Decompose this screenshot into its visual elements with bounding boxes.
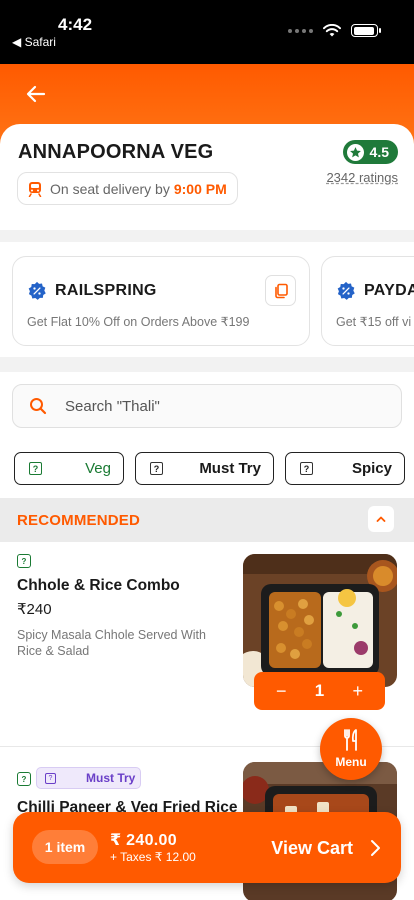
menu-item[interactable]: ? Chhole & Rice Combo ₹240 Spicy Masala … xyxy=(0,542,414,747)
restaurant-name: ANNAPOORNA VEG xyxy=(18,141,214,163)
cutlery-icon xyxy=(344,729,357,751)
menu-fab-button[interactable]: Menu xyxy=(320,718,382,780)
cart-item-count: 1 item xyxy=(32,830,98,864)
veg-indicator-icon: ? xyxy=(17,772,31,786)
offer-description: Get ₹15 off vi xyxy=(336,315,412,329)
offer-card[interactable]: PAYDA Get ₹15 off vi xyxy=(321,256,414,346)
filter-chip-veg[interactable]: ? Veg xyxy=(14,452,124,485)
offer-code: PAYDA xyxy=(364,282,414,299)
search-box[interactable] xyxy=(12,384,402,428)
rating-value: 4.5 xyxy=(369,144,389,160)
chevron-up-icon xyxy=(376,516,386,522)
item-image[interactable] xyxy=(243,554,397,687)
quantity-stepper[interactable]: − 1 + xyxy=(254,672,385,710)
copy-icon xyxy=(274,283,288,298)
spicy-icon: ? xyxy=(300,462,313,475)
must-try-icon: ? xyxy=(150,462,163,475)
delivery-info-pill: On seat delivery by 9:00 PM xyxy=(17,172,238,205)
chip-label: Veg xyxy=(85,460,111,477)
filter-chips: ? Veg ? Must Try ? Spicy xyxy=(0,440,414,498)
discount-badge-icon xyxy=(337,281,355,300)
item-description: Spicy Masala Chhole Served With Rice & S… xyxy=(17,628,206,658)
veg-indicator-icon: ? xyxy=(17,554,31,568)
status-time: 4:42 xyxy=(58,15,93,34)
chip-label: Must Try xyxy=(199,460,261,477)
search-icon xyxy=(30,398,47,415)
decrease-button[interactable]: − xyxy=(276,681,287,702)
back-arrow-icon[interactable] xyxy=(24,82,48,106)
delivery-time: 9:00 PM xyxy=(173,180,227,197)
cart-taxes: + Taxes ₹ 12.00 xyxy=(110,850,196,864)
filter-chip-must-try[interactable]: ? Must Try xyxy=(135,452,274,485)
offer-code: RAILSPRING xyxy=(55,282,157,299)
search-section xyxy=(0,372,414,440)
view-cart-button[interactable]: View Cart xyxy=(271,838,353,859)
delivery-label: On seat delivery by xyxy=(50,180,170,197)
rating-badge: 4.5 xyxy=(342,140,398,164)
must-try-tag: ? Must Try xyxy=(36,767,141,789)
veg-icon: ? xyxy=(29,462,42,475)
chevron-right-icon xyxy=(371,840,380,856)
back-to-safari-link[interactable]: ◀ Safari xyxy=(12,35,56,49)
search-input[interactable] xyxy=(65,385,385,427)
status-icons xyxy=(288,24,381,37)
discount-badge-icon xyxy=(28,281,46,300)
restaurant-card: ANNAPOORNA VEG 4.5 2342 ratings On seat … xyxy=(0,124,414,230)
menu-fab-label: Menu xyxy=(335,755,367,769)
view-cart-bar[interactable]: 1 item ₹ 240.00 + Taxes ₹ 12.00 View Car… xyxy=(13,812,401,883)
wifi-icon xyxy=(323,24,341,37)
offers-carousel[interactable]: RAILSPRING Get Flat 10% Off on Orders Ab… xyxy=(0,242,414,357)
star-icon xyxy=(346,143,364,161)
copy-code-button[interactable] xyxy=(265,275,296,306)
increase-button[interactable]: + xyxy=(352,681,363,702)
item-name: Chhole & Rice Combo xyxy=(17,577,180,594)
train-icon xyxy=(28,181,42,197)
battery-icon xyxy=(351,24,381,37)
offer-description: Get Flat 10% Off on Orders Above ₹199 xyxy=(27,315,250,329)
chip-label: Spicy xyxy=(351,460,392,477)
signal-dots-icon xyxy=(288,28,313,33)
ratings-count-link[interactable]: 2342 ratings xyxy=(326,170,398,185)
item-price: ₹240 xyxy=(17,601,52,618)
cart-total: ₹ 240.00 xyxy=(110,832,177,849)
offer-card[interactable]: RAILSPRING Get Flat 10% Off on Orders Ab… xyxy=(12,256,310,346)
tag-label: Must Try xyxy=(86,771,136,785)
quantity-value: 1 xyxy=(314,681,325,700)
section-title: RECOMMENDED xyxy=(17,512,141,529)
recommended-section-header[interactable]: RECOMMENDED xyxy=(0,498,414,542)
filter-chip-spicy[interactable]: ? Spicy xyxy=(285,452,405,485)
must-try-icon: ? xyxy=(45,773,56,784)
status-bar: 4:42 ◀ Safari xyxy=(0,0,414,64)
collapse-button[interactable] xyxy=(368,506,394,532)
